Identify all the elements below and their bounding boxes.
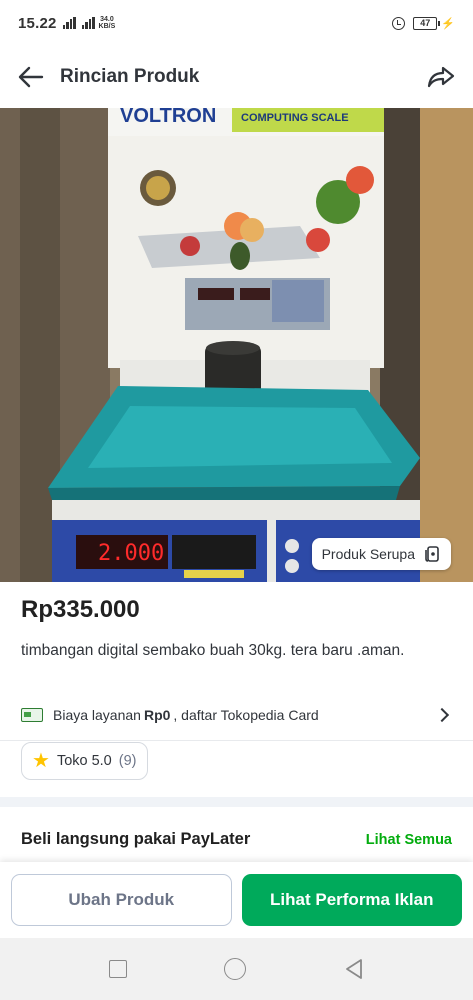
service-fee-suffix: , daftar Tokopedia Card (173, 707, 319, 723)
bottom-action-bar: Ubah Produk Lihat Performa Iklan (0, 862, 473, 938)
product-title: timbangan digital sembako buah 30kg. ter… (21, 642, 405, 659)
paylater-title: Beli langsung pakai PayLater (21, 830, 251, 848)
chevron-right-icon (434, 707, 450, 723)
app-header: Rincian Produk (0, 46, 473, 108)
service-fee-amount: Rp0 (143, 707, 171, 723)
status-right: 47 ⚡ (392, 16, 455, 30)
cards-icon (425, 546, 439, 562)
ad-performance-button[interactable]: Lihat Performa Iklan (241, 874, 462, 926)
card-icon (21, 708, 43, 722)
system-nav-bar (0, 938, 473, 1000)
charging-icon: ⚡ (441, 17, 455, 30)
service-fee-row[interactable]: Biaya layanan Rp0 , daftar Tokopedia Car… (21, 700, 451, 730)
network-speed: 34.0 KB/S (99, 16, 116, 30)
box-label: COMPUTING SCALE (241, 112, 349, 124)
box-brand: VOLTRON (120, 108, 216, 127)
battery-level: 47 (413, 16, 438, 30)
share-button[interactable] (425, 61, 457, 93)
shop-rating-count: (9) (118, 753, 137, 769)
product-price: Rp335.000 (21, 596, 140, 623)
shop-rating-chip[interactable]: ★ Toko 5.0 (9) (21, 742, 148, 780)
shop-rating-label: Toko 5.0 (56, 753, 112, 769)
signal-icon (62, 17, 76, 29)
star-icon: ★ (32, 750, 50, 772)
signal-2-icon (81, 17, 95, 29)
home-icon[interactable] (224, 958, 247, 980)
network-speed-value: 34.0 (100, 16, 114, 23)
divider (0, 740, 473, 741)
battery-icon: 47 ⚡ (413, 16, 455, 30)
see-all-link[interactable]: Lihat Semua (366, 832, 452, 848)
similar-products-label: Produk Serupa (321, 546, 415, 562)
status-time: 15.22 (18, 14, 57, 32)
section-separator (0, 797, 473, 807)
product-photo: VOLTRON COMPUTING SCALE 2.000 (0, 108, 473, 582)
product-image[interactable]: VOLTRON COMPUTING SCALE 2.000 Produk Ser… (0, 108, 473, 582)
share-icon (427, 66, 455, 88)
page-title: Rincian Produk (60, 66, 200, 87)
similar-products-button[interactable]: Produk Serupa (311, 538, 451, 570)
edit-product-button[interactable]: Ubah Produk (11, 874, 232, 926)
back-button[interactable] (16, 62, 46, 92)
back-triangle-icon[interactable] (344, 958, 364, 980)
service-fee-prefix: Biaya layanan (53, 707, 141, 723)
scale-display-value: 2.000 (98, 541, 164, 566)
alarm-icon (392, 16, 406, 30)
network-speed-unit: KB/S (98, 23, 116, 30)
recents-icon[interactable] (108, 960, 127, 978)
arrow-left-icon (18, 66, 44, 88)
status-bar: 15.22 34.0 KB/S 47 ⚡ (0, 0, 473, 46)
